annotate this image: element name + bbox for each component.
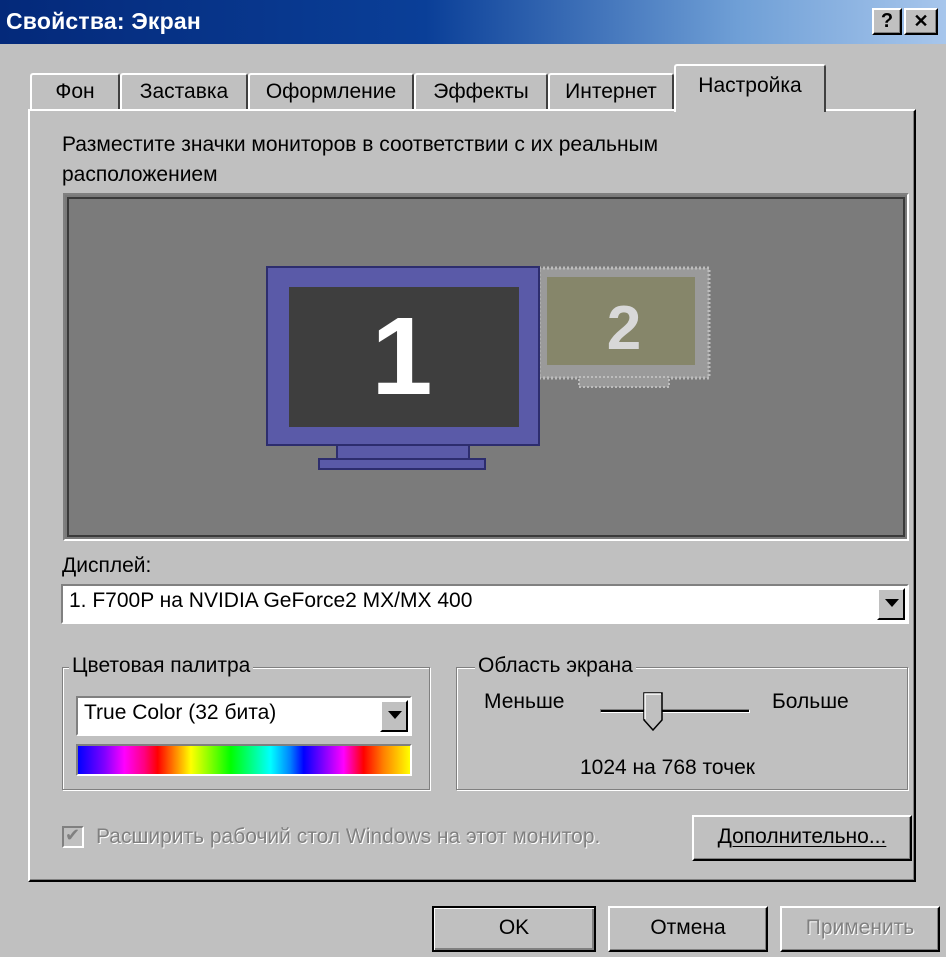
tab-appearance[interactable]: Оформление xyxy=(248,73,414,110)
display-select-value: 1. F700P на NVIDIA GeForce2 MX/MX 400 xyxy=(69,589,473,612)
tab-effects[interactable]: Эффекты xyxy=(414,73,548,110)
chevron-down-icon[interactable] xyxy=(380,700,408,732)
monitors-svg: 2 1 xyxy=(266,266,711,470)
close-icon: ✕ xyxy=(913,11,929,31)
slider-less-label: Меньше xyxy=(484,690,565,713)
tab-label: Настройка xyxy=(698,74,802,97)
tab-internet[interactable]: Интернет xyxy=(548,73,674,110)
tab-label: Фон xyxy=(55,80,95,103)
tab-label: Эффекты xyxy=(433,80,529,103)
apply-button-label: Применить xyxy=(805,916,915,939)
ok-button[interactable]: OK xyxy=(432,906,596,952)
close-button[interactable]: ✕ xyxy=(904,8,938,35)
advanced-button[interactable]: Дополнительно... xyxy=(692,815,912,861)
resolution-text: 1024 на 768 точек xyxy=(580,756,755,779)
color-quality-select[interactable]: True Color (32 бита) xyxy=(76,696,412,736)
cancel-button[interactable]: Отмена xyxy=(608,906,768,952)
tab-settings[interactable]: Настройка xyxy=(674,64,826,112)
extend-desktop-label: Расширить рабочий стол Windows на этот м… xyxy=(96,825,601,848)
monitor-2-icon[interactable]: 2 xyxy=(537,266,711,388)
help-button[interactable]: ? xyxy=(872,8,902,35)
display-select[interactable]: 1. F700P на NVIDIA GeForce2 MX/MX 400 xyxy=(61,584,909,624)
advanced-button-label: Дополнительно... xyxy=(717,825,887,848)
slider-more-label: Больше xyxy=(772,690,849,713)
instruction-text-line1: Разместите значки мониторов в соответств… xyxy=(62,133,659,156)
instruction-text-line2: расположением xyxy=(62,163,218,186)
extend-desktop-checkbox[interactable] xyxy=(62,825,84,848)
monitor-1-number: 1 xyxy=(371,295,432,418)
color-quality-value: True Color (32 бита) xyxy=(84,701,277,724)
cancel-button-label: Отмена xyxy=(650,916,726,939)
tab-background[interactable]: Фон xyxy=(30,73,120,110)
resolution-slider-thumb[interactable] xyxy=(642,692,663,732)
screen-area-group-label: Область экрана xyxy=(475,654,636,678)
color-palette-group-label: Цветовая палитра xyxy=(69,654,254,678)
tab-label: Оформление xyxy=(265,80,397,103)
ok-button-label: OK xyxy=(498,916,530,939)
display-label: Дисплей: xyxy=(62,554,152,577)
title-bar[interactable]: Свойства: Экран ? ✕ xyxy=(0,0,946,44)
display-properties-window: Свойства: Экран ? ✕ Фон Заставка Оформле… xyxy=(0,0,946,957)
monitor-arrangement-area: 2 1 xyxy=(63,193,909,541)
color-palette-preview xyxy=(76,744,412,776)
chevron-down-icon[interactable] xyxy=(877,588,905,620)
tab-screensaver[interactable]: Заставка xyxy=(120,73,248,110)
monitor-arrangement-canvas: 2 1 xyxy=(67,197,905,537)
help-icon: ? xyxy=(880,10,894,32)
monitor-1-icon[interactable]: 1 xyxy=(266,266,540,470)
tab-label: Интернет xyxy=(565,80,657,103)
window-title: Свойства: Экран xyxy=(6,8,201,34)
apply-button[interactable]: Применить xyxy=(780,906,940,952)
tab-label: Заставка xyxy=(139,80,229,103)
resolution-slider-track[interactable] xyxy=(600,709,750,713)
monitor-2-number: 2 xyxy=(607,294,641,363)
